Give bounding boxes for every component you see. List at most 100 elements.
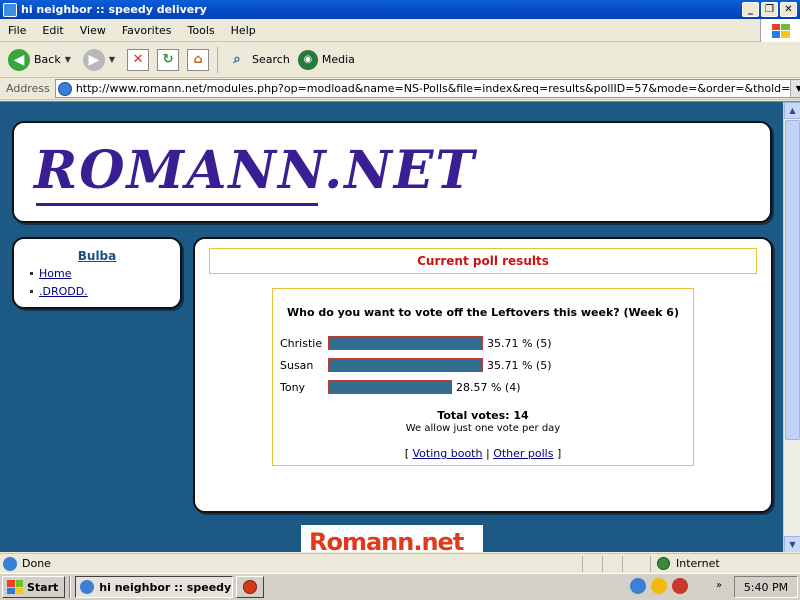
bullet-icon	[30, 290, 33, 293]
app-quicklaunch-icon[interactable]	[672, 578, 688, 594]
scroll-thumb[interactable]	[785, 120, 800, 440]
address-input[interactable]: http://www.romann.net/modules.php?op=mod…	[54, 79, 800, 98]
chevron-down-icon[interactable]: ▼	[65, 55, 71, 64]
taskbar: Start hi neighbor :: speedy ... » 5:40 P…	[0, 573, 800, 600]
menu-tools[interactable]: Tools	[180, 24, 223, 37]
menu-bar: File Edit View Favorites Tools Help	[0, 19, 800, 42]
address-dropdown-button[interactable]: ▼	[790, 80, 800, 97]
banner-text: Romann.net	[309, 528, 464, 552]
poll-option-result: 28.57 % (4)	[456, 380, 521, 394]
taskbar-window-button[interactable]: hi neighbor :: speedy ...	[75, 576, 234, 598]
scroll-up-button[interactable]: ▲	[784, 102, 800, 119]
logo-underline	[36, 203, 318, 206]
sidebar-block: Bulba Home .DRODD.	[12, 237, 182, 309]
poll-question: Who do you want to vote off the Leftover…	[287, 306, 679, 319]
vertical-scrollbar[interactable]: ▲ ▼	[783, 102, 800, 552]
bracket-open: [	[404, 447, 410, 460]
menu-view[interactable]: View	[72, 24, 114, 37]
site-banner-image[interactable]: Romann.net	[301, 525, 483, 552]
poll-option-result: 35.71 % (5)	[487, 336, 552, 350]
scroll-down-button[interactable]: ▼	[784, 536, 800, 552]
poll-bar	[328, 380, 452, 394]
ie-icon	[80, 580, 95, 594]
status-segment	[622, 555, 642, 572]
app-icon	[243, 580, 258, 594]
taskbar-app-button[interactable]	[236, 576, 265, 598]
back-button[interactable]: ◀ Back ▼	[4, 45, 79, 75]
site-logo[interactable]: ROMANN.NET	[34, 145, 476, 197]
media-icon: ◉	[297, 49, 318, 70]
home-icon: ⌂	[187, 48, 210, 71]
window-title: hi neighbor :: speedy delivery	[21, 3, 207, 16]
ie-quicklaunch-icon[interactable]	[630, 578, 646, 594]
status-segment	[582, 555, 602, 572]
bracket-close: ]	[556, 447, 562, 460]
other-polls-link[interactable]: Other polls	[493, 447, 553, 460]
system-tray: 5:40 PM	[734, 576, 798, 598]
media-button[interactable]: ◉ Media	[294, 45, 359, 75]
search-icon: ⌕	[233, 52, 241, 67]
start-label: Start	[27, 580, 59, 594]
forward-button[interactable]: ▶ ▼	[79, 45, 123, 75]
address-label: Address	[6, 82, 50, 95]
poll-option-row: Christie 35.71 % (5)	[280, 335, 552, 351]
poll-option-name: Christie	[280, 336, 323, 350]
sidebar-item-home: Home	[30, 267, 88, 280]
toolbar: ◀ Back ▼ ▶ ▼ ✕ ↻ ⌂ ⌕ Search ◉ Media	[0, 42, 800, 78]
poll-results-box: Who do you want to vote off the Leftover…	[272, 288, 694, 466]
sidebar-item-drodd: .DRODD.	[30, 285, 88, 298]
taskbar-window-label: hi neighbor :: speedy ...	[99, 580, 234, 594]
minimize-button[interactable]: _	[742, 2, 759, 17]
menu-edit[interactable]: Edit	[34, 24, 71, 37]
browser-viewport: ROMANN.NET Bulba Home .DRODD. Current po…	[0, 101, 800, 552]
poll-total-votes: Total votes: 14	[437, 409, 529, 422]
link-separator: |	[485, 447, 490, 460]
start-button[interactable]: Start	[2, 576, 66, 598]
media-player-icon[interactable]	[651, 578, 667, 594]
poll-links: [ Voting booth | Other polls ]	[273, 447, 693, 460]
back-arrow-icon: ◀	[8, 48, 30, 71]
chevron-down-icon[interactable]: ▼	[109, 55, 115, 64]
refresh-button[interactable]: ↻	[153, 45, 183, 75]
stop-button[interactable]: ✕	[123, 45, 153, 75]
status-bar: Done Internet	[0, 553, 800, 573]
forward-arrow-icon: ▶	[82, 48, 105, 71]
taskbar-divider	[69, 576, 72, 598]
poll-bar	[328, 336, 483, 350]
voting-booth-link[interactable]: Voting booth	[413, 447, 483, 460]
menu-file[interactable]: File	[0, 24, 34, 37]
sidebar-title[interactable]: Bulba	[14, 249, 180, 263]
show-more-chevron-icon[interactable]: »	[716, 580, 722, 591]
home-link[interactable]: Home	[39, 267, 71, 280]
sidebar-links: Home .DRODD.	[30, 267, 88, 303]
zone-label: Internet	[676, 557, 720, 570]
menu-favorites[interactable]: Favorites	[114, 24, 180, 37]
search-button[interactable]: ⌕ Search	[222, 45, 294, 75]
poll-option-result: 35.71 % (5)	[487, 358, 552, 372]
quick-launch	[630, 578, 688, 594]
poll-option-name: Susan	[280, 358, 314, 372]
status-segment	[602, 555, 622, 572]
media-label: Media	[321, 53, 355, 66]
poll-option-row: Tony 28.57 % (4)	[280, 379, 521, 395]
home-button[interactable]: ⌂	[183, 45, 213, 75]
menu-help[interactable]: Help	[223, 24, 264, 37]
address-url[interactable]: http://www.romann.net/modules.php?op=mod…	[76, 82, 791, 95]
status-text: Done	[22, 557, 51, 570]
poll-note: We allow just one vote per day	[405, 423, 561, 434]
poll-option-name: Tony	[280, 380, 306, 394]
page-status-icon	[3, 556, 17, 571]
maximize-button[interactable]: ❐	[761, 2, 778, 17]
drodd-link[interactable]: .DRODD.	[39, 285, 88, 298]
toolbar-divider	[217, 46, 219, 73]
web-page: ROMANN.NET Bulba Home .DRODD. Current po…	[0, 102, 783, 552]
poll-heading: Current poll results	[209, 248, 757, 274]
refresh-icon: ↻	[157, 48, 180, 71]
clock[interactable]: 5:40 PM	[744, 581, 788, 594]
search-label: Search	[252, 53, 290, 66]
window-titlebar: hi neighbor :: speedy delivery _ ❐ ✕	[0, 0, 800, 19]
close-button[interactable]: ✕	[780, 2, 797, 17]
poll-option-row: Susan 35.71 % (5)	[280, 357, 552, 373]
globe-icon	[657, 557, 670, 570]
address-bar: Address http://www.romann.net/modules.ph…	[0, 78, 800, 100]
